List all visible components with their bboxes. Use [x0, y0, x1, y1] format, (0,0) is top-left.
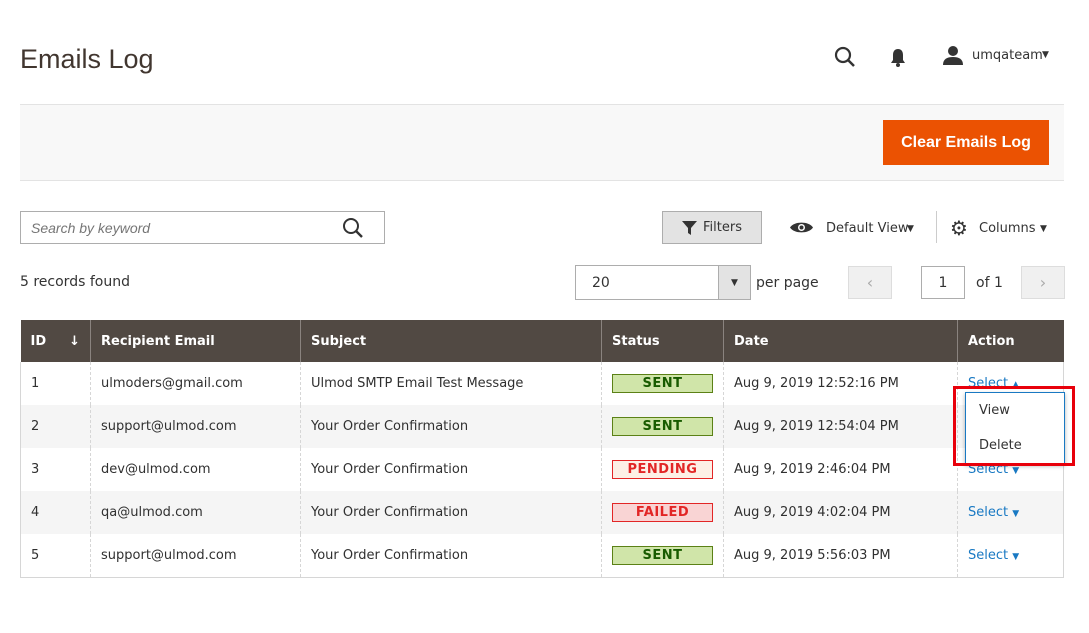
gear-icon: ⚙ — [950, 216, 968, 240]
cell-date: Aug 9, 2019 12:52:16 PM — [723, 362, 958, 405]
status-badge: FAILED — [612, 503, 713, 522]
records-count: 5 records found — [20, 274, 130, 290]
cell-id: 2 — [20, 405, 91, 448]
column-header-status[interactable]: Status — [601, 320, 724, 362]
status-badge: SENT — [612, 545, 713, 565]
cell-subject: Your Order Confirmation — [300, 491, 602, 534]
cell-email: ulmoders@gmail.com — [90, 362, 301, 405]
cell-email: support@ulmod.com — [90, 534, 301, 578]
table-row: 4 qa@ulmod.com Your Order Confirmation F… — [20, 491, 1064, 534]
chevron-down-icon: ▼ — [1040, 224, 1047, 234]
search-input[interactable] — [20, 211, 385, 244]
user-icon[interactable] — [943, 45, 963, 65]
cell-id: 4 — [20, 491, 91, 534]
column-header-date[interactable]: Date — [723, 320, 958, 362]
status-badge: PENDING — [612, 460, 713, 479]
clear-emails-log-button[interactable]: Clear Emails Log — [883, 120, 1049, 165]
cell-email: dev@ulmod.com — [90, 448, 301, 491]
table-row: 1 ulmoders@gmail.com Ulmod SMTP Email Te… — [20, 362, 1064, 405]
user-menu[interactable]: umqateam — [972, 48, 1043, 63]
next-page-button[interactable]: › — [1021, 266, 1065, 299]
table-row: 2 support@ulmod.com Your Order Confirmat… — [20, 405, 1064, 448]
filters-button[interactable]: Filters — [662, 211, 762, 244]
cell-id: 5 — [20, 534, 91, 578]
status-badge: SENT — [612, 417, 713, 436]
cell-status: FAILED — [601, 491, 724, 534]
per-page-select[interactable]: 20 ▼ — [575, 265, 751, 300]
column-header-email[interactable]: Recipient Email — [90, 320, 301, 362]
cell-date: Aug 9, 2019 4:02:04 PM — [723, 491, 958, 534]
page-title: Emails Log — [20, 44, 154, 74]
highlight-box — [953, 386, 1075, 466]
table-row: 3 dev@ulmod.com Your Order Confirmation … — [20, 448, 1064, 491]
cell-subject: Your Order Confirmation — [300, 405, 602, 448]
column-header-action: Action — [957, 320, 1064, 362]
select-action-link[interactable]: Select — [968, 505, 1008, 520]
chevron-down-icon: ▼ — [1012, 509, 1020, 519]
columns-control[interactable]: Columns — [979, 221, 1036, 236]
emails-table: ID ↓ Recipient Email Subject Status Date … — [20, 320, 1064, 578]
chevron-down-icon[interactable]: ▼ — [1042, 50, 1049, 60]
cell-subject: Your Order Confirmation — [300, 448, 602, 491]
cell-action[interactable]: Select ▼ — [957, 534, 1064, 578]
cell-date: Aug 9, 2019 2:46:04 PM — [723, 448, 958, 491]
column-header-subject[interactable]: Subject — [300, 320, 602, 362]
cell-subject: Your Order Confirmation — [300, 534, 602, 578]
cell-id: 1 — [20, 362, 91, 405]
cell-subject: Ulmod SMTP Email Test Message — [300, 362, 602, 405]
page-input[interactable]: 1 — [921, 266, 965, 299]
per-page-label: per page — [756, 275, 819, 291]
page-total: of 1 — [976, 275, 1003, 291]
eye-icon — [790, 222, 813, 233]
status-badge: SENT — [612, 374, 713, 393]
select-action-link[interactable]: Select — [968, 548, 1008, 563]
column-header-id[interactable]: ID ↓ — [20, 320, 91, 362]
chevron-down-icon[interactable]: ▼ — [718, 266, 750, 299]
cell-email: support@ulmod.com — [90, 405, 301, 448]
prev-page-button[interactable]: ‹ — [848, 266, 892, 299]
cell-status: PENDING — [601, 448, 724, 491]
cell-date: Aug 9, 2019 5:56:03 PM — [723, 534, 958, 578]
cell-date: Aug 9, 2019 12:54:04 PM — [723, 405, 958, 448]
divider — [936, 211, 937, 243]
cell-email: qa@ulmod.com — [90, 491, 301, 534]
chevron-down-icon: ▼ — [907, 224, 914, 234]
view-switcher[interactable]: Default View — [826, 221, 908, 236]
search-icon[interactable] — [834, 46, 856, 68]
filter-icon — [682, 220, 698, 235]
cell-status: SENT — [601, 362, 724, 405]
cell-status: SENT — [601, 405, 724, 448]
cell-action[interactable]: Select ▼ — [957, 491, 1064, 534]
bell-icon[interactable] — [890, 48, 906, 67]
search-icon[interactable] — [342, 217, 364, 239]
table-row: 5 support@ulmod.com Your Order Confirmat… — [20, 534, 1064, 578]
chevron-down-icon: ▼ — [1012, 466, 1020, 476]
chevron-down-icon: ▼ — [1012, 551, 1020, 562]
cell-status: SENT — [601, 534, 724, 578]
cell-id: 3 — [20, 448, 91, 491]
